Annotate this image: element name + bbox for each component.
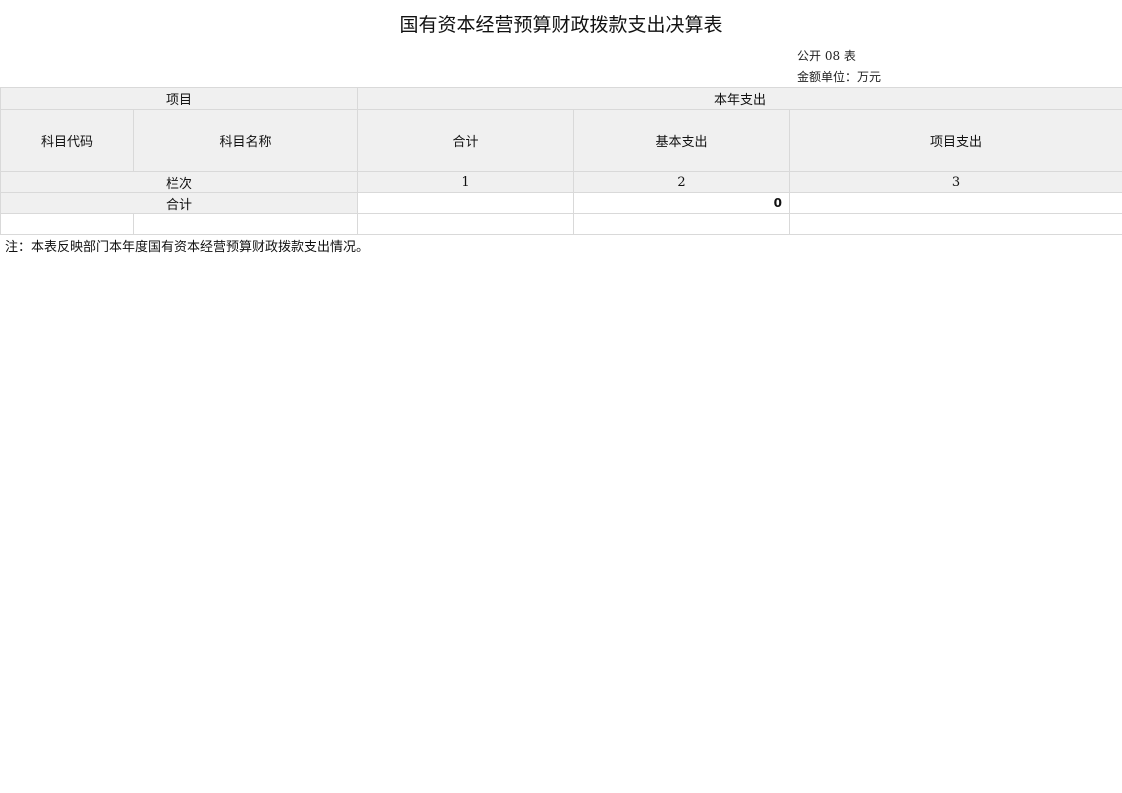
- table-note: 注：本表反映部门本年度国有资本经营预算财政拨款支出情况。: [5, 240, 370, 255]
- header-project-expenditure: 项目支出: [789, 109, 1122, 172]
- header-subject-code: 科目代码: [0, 109, 134, 172]
- empty-data-row: [0, 213, 1122, 235]
- table-header-row-1: 项目 本年支出: [0, 87, 1122, 110]
- empty-cell: [357, 213, 575, 235]
- empty-cell: [789, 213, 1122, 235]
- expenditure-table: 项目 本年支出 科目代码 科目名称 合计 基本支出 项目支出 栏次 1 2 3 …: [0, 87, 1122, 235]
- header-basic-expenditure: 基本支出: [573, 109, 791, 172]
- total-row-label: 合计: [0, 192, 359, 214]
- form-number: 公开 08 表: [797, 49, 856, 63]
- lanci-1: 1: [357, 171, 575, 193]
- header-total: 合计: [357, 109, 575, 172]
- empty-cell: [0, 213, 134, 235]
- page-title: 国有资本经营预算财政拨款支出决算表: [399, 14, 723, 36]
- header-project: 项目: [0, 87, 359, 110]
- lanci-2: 2: [573, 171, 791, 193]
- lanci-3: 3: [789, 171, 1122, 193]
- total-value-basic: 0: [573, 192, 791, 214]
- empty-cell: [132, 213, 359, 235]
- total-value-project: [789, 192, 1122, 214]
- header-subject-name: 科目名称: [132, 109, 359, 172]
- amount-unit: 金额单位：万元: [797, 70, 882, 84]
- empty-cell: [573, 213, 791, 235]
- total-value-total: [357, 192, 575, 214]
- table-header-row-2: 科目代码 科目名称 合计 基本支出 项目支出: [0, 109, 1122, 172]
- lanci-label: 栏次: [0, 171, 359, 193]
- lanci-row: 栏次 1 2 3: [0, 171, 1122, 193]
- total-row: 合计 0: [0, 192, 1122, 214]
- header-current-year-expenditure: 本年支出: [357, 87, 1122, 110]
